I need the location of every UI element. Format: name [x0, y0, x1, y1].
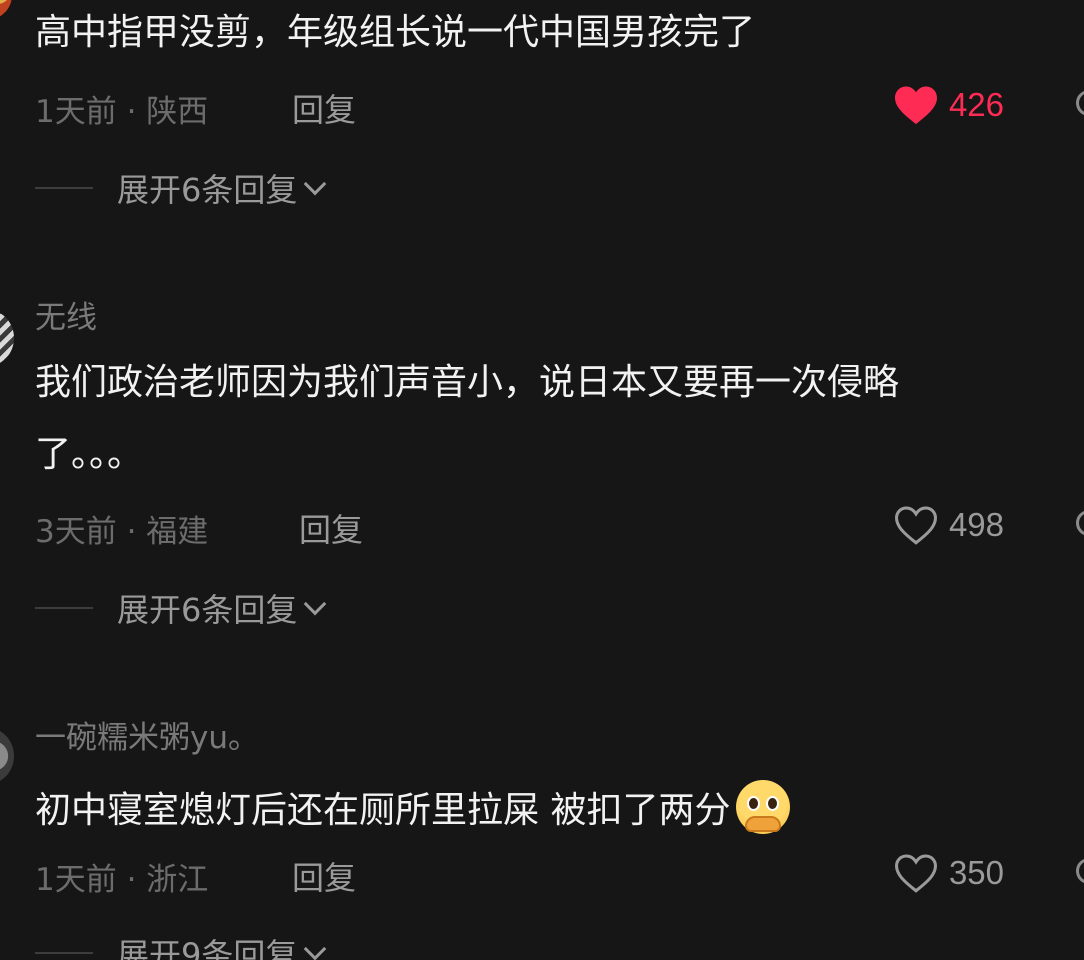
comment-text: 我们政治老师因为我们声音小，说日本又要再一次侵略 了。。。 [35, 362, 899, 476]
chevron-down-icon [304, 937, 327, 960]
comment-text: 初中寝室熄灯后还在厕所里拉屎 被扣了两分 [35, 780, 791, 834]
like-button[interactable]: 498 [893, 504, 1004, 546]
chevron-down-icon [304, 172, 327, 196]
expand-replies-label: 展开6条回复 [117, 591, 298, 629]
reply-button[interactable]: 回复 [299, 505, 363, 551]
avatar[interactable] [0, 0, 12, 20]
like-count: 498 [948, 506, 1004, 543]
like-count: 350 [948, 854, 1004, 891]
avatar[interactable] [0, 310, 14, 366]
comment-text: 高中指甲没剪，年级组长说一代中国男孩完了 [35, 12, 755, 54]
avatar[interactable] [0, 728, 14, 784]
reply-button[interactable]: 回复 [292, 853, 356, 899]
comment-meta: 1天前 · 陕西 [35, 94, 209, 130]
reply-button[interactable]: 回复 [292, 85, 356, 131]
like-button[interactable]: 426 [893, 84, 1004, 126]
divider-line [35, 952, 93, 954]
expand-replies-label: 展开6条回复 [117, 171, 298, 209]
comment-text-line: 高中指甲没剪，年级组长说一代中国男孩完了 [35, 12, 756, 53]
comment-text-line: 初中寝室熄灯后还在厕所里拉屎 被扣了两分 [35, 790, 731, 831]
expand-replies-button[interactable]: 展开9条回复 [35, 930, 327, 960]
heart-icon [894, 86, 937, 125]
heart-icon [894, 854, 937, 893]
expand-replies-button[interactable]: 展开6条回复 [35, 585, 327, 631]
comment-text-line: 我们政治老师因为我们声音小，说日本又要再一次侵略 [35, 362, 900, 403]
like-button[interactable]: 350 [893, 852, 1004, 894]
expand-replies-button[interactable]: 展开6条回复 [35, 165, 327, 211]
divider-line [35, 187, 93, 189]
more-icon[interactable] [1076, 858, 1084, 884]
pleading-crying-emoji [736, 780, 791, 834]
comment-username[interactable]: 一碗糯米粥yu。 [35, 712, 259, 757]
more-icon[interactable] [1076, 90, 1084, 116]
comment-username[interactable]: 无线 [35, 292, 97, 337]
comment-list: 高中指甲没剪，年级组长说一代中国男孩完了 1天前 · 陕西 回复 426 展开6… [0, 0, 1084, 960]
comment-meta: 3天前 · 福建 [35, 514, 209, 550]
more-icon[interactable] [1076, 510, 1084, 536]
comment-text-line: 了。。。 [35, 434, 144, 475]
like-count: 426 [948, 86, 1004, 123]
chevron-down-icon [304, 592, 327, 616]
heart-icon [894, 506, 937, 545]
comment-meta: 1天前 · 浙江 [35, 862, 209, 898]
divider-line [35, 607, 93, 609]
expand-replies-label: 展开9条回复 [117, 936, 298, 960]
